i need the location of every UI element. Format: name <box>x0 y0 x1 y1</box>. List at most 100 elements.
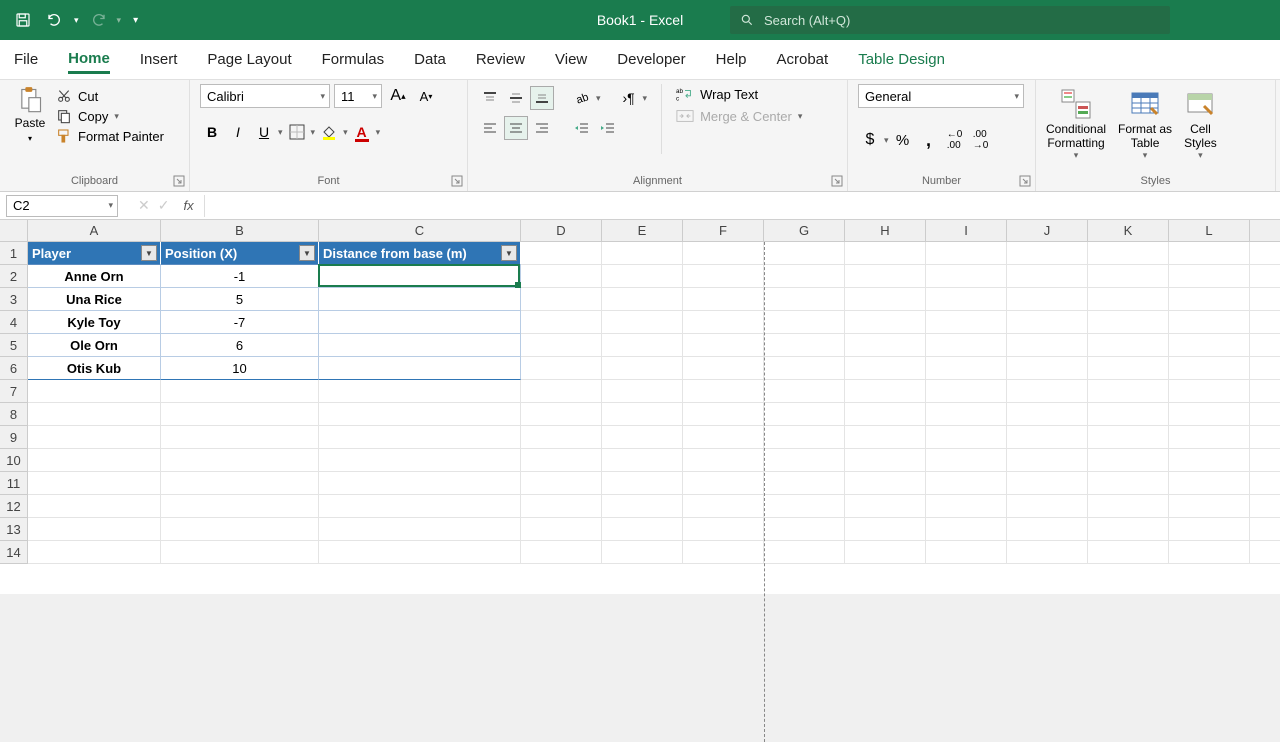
cell-M9[interactable] <box>1250 426 1280 449</box>
align-right-button[interactable] <box>530 116 554 140</box>
cell-K8[interactable] <box>1088 403 1169 426</box>
cell-H4[interactable] <box>845 311 926 334</box>
cell-H1[interactable] <box>845 242 926 265</box>
cell-L14[interactable] <box>1169 541 1250 564</box>
cell-A3[interactable]: Una Rice <box>28 288 161 311</box>
cell-J6[interactable] <box>1007 357 1088 380</box>
cell-K11[interactable] <box>1088 472 1169 495</box>
cell-A7[interactable] <box>28 380 161 403</box>
row-header-12[interactable]: 12 <box>0 495 28 518</box>
tab-review[interactable]: Review <box>476 47 525 72</box>
tab-data[interactable]: Data <box>414 47 446 72</box>
increase-indent-button[interactable] <box>596 116 620 140</box>
cell-A12[interactable] <box>28 495 161 518</box>
align-middle-button[interactable] <box>504 86 528 110</box>
cell-M5[interactable] <box>1250 334 1280 357</box>
percent-button[interactable]: % <box>891 128 915 152</box>
cell-E1[interactable] <box>602 242 683 265</box>
col-header-M[interactable]: M <box>1250 220 1280 242</box>
tab-formulas[interactable]: Formulas <box>322 47 385 72</box>
cell-D14[interactable] <box>521 541 602 564</box>
cell-F11[interactable] <box>683 472 764 495</box>
cell-D7[interactable] <box>521 380 602 403</box>
cell-G12[interactable] <box>764 495 845 518</box>
tab-help[interactable]: Help <box>716 47 747 72</box>
undo-dropdown-icon[interactable]: ▾ <box>74 15 79 26</box>
cell-J14[interactable] <box>1007 541 1088 564</box>
cell-I2[interactable] <box>926 265 1007 288</box>
cell-E4[interactable] <box>602 311 683 334</box>
cell-I9[interactable] <box>926 426 1007 449</box>
cell-D9[interactable] <box>521 426 602 449</box>
name-box[interactable]: C2▾ <box>6 195 118 217</box>
cell-B8[interactable] <box>161 403 319 426</box>
cell-H13[interactable] <box>845 518 926 541</box>
col-header-E[interactable]: E <box>602 220 683 242</box>
cell-M12[interactable] <box>1250 495 1280 518</box>
cell-E2[interactable] <box>602 265 683 288</box>
cell-D5[interactable] <box>521 334 602 357</box>
conditional-formatting-button[interactable]: Conditional Formatting▾ <box>1046 88 1106 161</box>
cell-F13[interactable] <box>683 518 764 541</box>
cell-G7[interactable] <box>764 380 845 403</box>
cell-B6[interactable]: 10 <box>161 357 319 380</box>
currency-button[interactable]: $ <box>858 128 882 152</box>
cell-I5[interactable] <box>926 334 1007 357</box>
col-header-B[interactable]: B <box>161 220 319 242</box>
dialog-launcher-icon[interactable] <box>831 175 843 187</box>
row-header-13[interactable]: 13 <box>0 518 28 541</box>
col-header-H[interactable]: H <box>845 220 926 242</box>
format-as-table-button[interactable]: Format as Table▾ <box>1118 88 1172 161</box>
cell-H2[interactable] <box>845 265 926 288</box>
row-header-6[interactable]: 6 <box>0 357 28 380</box>
col-header-G[interactable]: G <box>764 220 845 242</box>
cell-L1[interactable] <box>1169 242 1250 265</box>
cell-K5[interactable] <box>1088 334 1169 357</box>
cell-B9[interactable] <box>161 426 319 449</box>
cell-G13[interactable] <box>764 518 845 541</box>
underline-button[interactable]: U <box>252 120 276 144</box>
cell-F5[interactable] <box>683 334 764 357</box>
cell-K6[interactable] <box>1088 357 1169 380</box>
cell-A5[interactable]: Ole Orn <box>28 334 161 357</box>
cell-B13[interactable] <box>161 518 319 541</box>
cell-E3[interactable] <box>602 288 683 311</box>
copy-dropdown-icon[interactable]: ▾ <box>114 111 119 122</box>
row-header-1[interactable]: 1 <box>0 242 28 265</box>
cell-J10[interactable] <box>1007 449 1088 472</box>
cell-B14[interactable] <box>161 541 319 564</box>
currency-dropdown-icon[interactable]: ▾ <box>884 135 889 146</box>
cell-F2[interactable] <box>683 265 764 288</box>
cell-C8[interactable] <box>319 403 521 426</box>
cell-E9[interactable] <box>602 426 683 449</box>
tab-file[interactable]: File <box>14 47 38 72</box>
row-header-10[interactable]: 10 <box>0 449 28 472</box>
cell-G9[interactable] <box>764 426 845 449</box>
cell-E7[interactable] <box>602 380 683 403</box>
cell-E12[interactable] <box>602 495 683 518</box>
italic-button[interactable]: I <box>226 120 250 144</box>
cell-B2[interactable]: -1 <box>161 265 319 288</box>
cell-E6[interactable] <box>602 357 683 380</box>
filter-button[interactable]: ▼ <box>141 245 157 261</box>
cell-C10[interactable] <box>319 449 521 472</box>
tab-table-design[interactable]: Table Design <box>858 47 945 72</box>
row-header-14[interactable]: 14 <box>0 541 28 564</box>
cell-M1[interactable] <box>1250 242 1280 265</box>
decrease-indent-button[interactable] <box>570 116 594 140</box>
tab-insert[interactable]: Insert <box>140 47 178 72</box>
col-header-C[interactable]: C <box>319 220 521 242</box>
cell-C9[interactable] <box>319 426 521 449</box>
tab-page-layout[interactable]: Page Layout <box>207 47 291 72</box>
cell-D12[interactable] <box>521 495 602 518</box>
row-header-3[interactable]: 3 <box>0 288 28 311</box>
cell-D10[interactable] <box>521 449 602 472</box>
cell-L8[interactable] <box>1169 403 1250 426</box>
cell-F6[interactable] <box>683 357 764 380</box>
save-button[interactable] <box>10 7 36 33</box>
cell-I13[interactable] <box>926 518 1007 541</box>
cell-D13[interactable] <box>521 518 602 541</box>
format-painter-button[interactable]: Format Painter <box>56 128 164 144</box>
cell-I4[interactable] <box>926 311 1007 334</box>
cell-I12[interactable] <box>926 495 1007 518</box>
